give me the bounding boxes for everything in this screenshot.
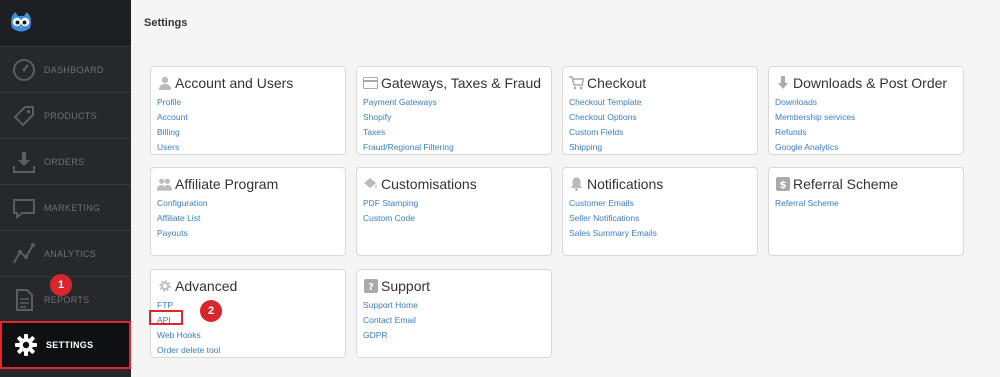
sidebar-item-label: MARKETING <box>44 202 101 213</box>
step-badge-1: 1 <box>50 274 72 296</box>
sidebar-item-label: PRODUCTS <box>44 110 97 121</box>
sidebar-item-dashboard[interactable]: DASHBOARD <box>0 46 131 92</box>
api-highlight-box <box>149 310 183 325</box>
link-checkout-options[interactable]: Checkout Options <box>569 110 751 125</box>
link-taxes[interactable]: Taxes <box>363 125 545 140</box>
link-checkout-template[interactable]: Checkout Template <box>569 95 751 110</box>
sidebar-item-label: DASHBOARD <box>44 64 104 75</box>
link-contact-email[interactable]: Contact Email <box>363 313 545 328</box>
sidebar-item-marketing[interactable]: MARKETING <box>0 184 131 230</box>
card-title: Affiliate Program <box>175 176 279 192</box>
link-users[interactable]: Users <box>157 140 339 155</box>
sidebar-item-analytics[interactable]: ANALYTICS <box>0 230 131 276</box>
link-billing[interactable]: Billing <box>157 125 339 140</box>
card-notifications: Notifications Customer Emails Seller Not… <box>562 167 758 256</box>
link-shipping[interactable]: Shipping <box>569 140 751 155</box>
card-customisations: Customisations PDF Stamping Custom Code <box>356 167 552 256</box>
svg-text:$: $ <box>779 180 786 191</box>
link-sales-summary-emails[interactable]: Sales Summary Emails <box>569 226 751 241</box>
link-api[interactable]: API <box>157 313 339 328</box>
paint-bucket-icon <box>363 177 378 191</box>
link-membership-services[interactable]: Membership services <box>775 110 957 125</box>
bell-icon <box>569 177 584 191</box>
link-ftp[interactable]: FTP <box>157 298 339 313</box>
card-title: Checkout <box>587 75 647 91</box>
download-arrow-icon <box>775 76 790 90</box>
link-downloads[interactable]: Downloads <box>775 95 957 110</box>
chat-bubble-icon <box>11 195 37 221</box>
svg-text:?: ? <box>368 282 374 293</box>
card-referral-scheme: $ Referral Scheme Referral Scheme <box>768 167 964 256</box>
download-tray-icon <box>11 149 37 175</box>
link-shopify[interactable]: Shopify <box>363 110 545 125</box>
sidebar: DASHBOARD PRODUCTS ORDERS MARKETING ANAL… <box>0 0 131 377</box>
link-profile[interactable]: Profile <box>157 95 339 110</box>
link-web-hooks[interactable]: Web Hooks <box>157 328 339 343</box>
sidebar-item-label: SETTINGS <box>46 340 94 350</box>
document-icon <box>11 287 37 313</box>
card-support: ? Support Support Home Contact Email GDP… <box>356 269 552 358</box>
link-customer-emails[interactable]: Customer Emails <box>569 196 751 211</box>
card-title: Notifications <box>587 176 664 192</box>
link-seller-notifications[interactable]: Seller Notifications <box>569 211 751 226</box>
link-support-home[interactable]: Support Home <box>363 298 545 313</box>
link-refunds[interactable]: Refunds <box>775 125 957 140</box>
main-content: Settings Account and Users Profile Accou… <box>131 0 1000 377</box>
link-gdpr[interactable]: GDPR <box>363 328 545 343</box>
speedometer-icon <box>11 57 37 83</box>
card-title: Support <box>381 278 431 294</box>
card-title: Advanced <box>175 278 238 294</box>
owl-logo-icon <box>11 12 31 32</box>
sidebar-item-label: REPORTS <box>44 294 90 305</box>
card-checkout: Checkout Checkout Template Checkout Opti… <box>562 66 758 155</box>
card-downloads-post-order: Downloads & Post Order Downloads Members… <box>768 66 964 155</box>
cog-icon <box>157 279 172 293</box>
link-custom-code[interactable]: Custom Code <box>363 211 545 226</box>
link-account[interactable]: Account <box>157 110 339 125</box>
owl-logo[interactable] <box>0 0 131 46</box>
link-fraud-regional-filtering[interactable]: Fraud/Regional Filtering <box>363 140 545 155</box>
link-order-delete-tool[interactable]: Order delete tool <box>157 343 339 358</box>
gear-icon <box>13 332 39 358</box>
sidebar-item-label: ORDERS <box>44 156 85 167</box>
link-referral-scheme[interactable]: Referral Scheme <box>775 196 957 211</box>
card-affiliate-program: Affiliate Program Configuration Affiliat… <box>150 167 346 256</box>
line-chart-icon <box>11 241 37 267</box>
link-affiliate-list[interactable]: Affiliate List <box>157 211 339 226</box>
card-gateways-taxes-fraud: Gateways, Taxes & Fraud Payment Gateways… <box>356 66 552 155</box>
sidebar-item-settings[interactable]: SETTINGS <box>0 321 131 369</box>
question-icon: ? <box>363 279 378 293</box>
user-icon <box>157 76 172 90</box>
users-icon <box>157 177 172 191</box>
step-badge-2: 2 <box>200 300 222 322</box>
link-google-analytics[interactable]: Google Analytics <box>775 140 957 155</box>
tag-icon <box>11 103 37 129</box>
credit-card-icon <box>363 76 378 90</box>
page-title: Settings <box>144 17 188 29</box>
card-account-and-users: Account and Users Profile Account Billin… <box>150 66 346 155</box>
card-title: Downloads & Post Order <box>793 75 948 91</box>
card-title: Gateways, Taxes & Fraud <box>381 75 542 91</box>
sidebar-item-orders[interactable]: ORDERS <box>0 138 131 184</box>
card-title: Referral Scheme <box>793 176 899 192</box>
link-custom-fields[interactable]: Custom Fields <box>569 125 751 140</box>
sidebar-item-products[interactable]: PRODUCTS <box>0 92 131 138</box>
link-payouts[interactable]: Payouts <box>157 226 339 241</box>
dollar-icon: $ <box>775 177 790 191</box>
sidebar-item-label: ANALYTICS <box>44 248 97 259</box>
link-configuration[interactable]: Configuration <box>157 196 339 211</box>
cart-icon <box>569 76 584 90</box>
card-title: Customisations <box>381 176 477 192</box>
link-pdf-stamping[interactable]: PDF Stamping <box>363 196 545 211</box>
link-payment-gateways[interactable]: Payment Gateways <box>363 95 545 110</box>
card-title: Account and Users <box>175 75 294 91</box>
